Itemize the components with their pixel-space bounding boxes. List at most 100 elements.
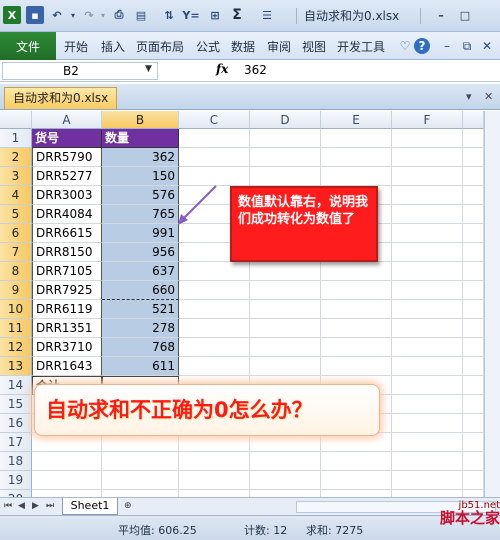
grid-cell[interactable] (392, 281, 463, 300)
grid-cell[interactable] (392, 319, 463, 338)
select-all-corner[interactable] (0, 111, 32, 129)
grid-cell[interactable] (463, 148, 484, 167)
grid-cell[interactable] (463, 300, 484, 319)
insert-sheet-icon[interactable]: ⊕ (124, 501, 132, 511)
row-header[interactable]: 2 (0, 148, 32, 167)
help-icon[interactable]: ? (414, 38, 430, 54)
row-header[interactable]: 18 (0, 452, 32, 471)
grid-cell[interactable] (179, 319, 250, 338)
grid-cell[interactable] (250, 129, 321, 148)
item-code-cell[interactable]: DRR1351 (32, 319, 102, 338)
item-code-cell[interactable]: DRR1643 (32, 357, 102, 376)
row-header[interactable]: 17 (0, 433, 32, 452)
quantity-cell[interactable]: 660 (102, 281, 179, 300)
item-code-cell[interactable]: DRR5277 (32, 167, 102, 186)
tab-formulas[interactable]: 公式 (196, 38, 220, 55)
grid-cell[interactable] (463, 376, 484, 395)
grid-cell[interactable] (392, 338, 463, 357)
quantity-cell[interactable]: 991 (102, 224, 179, 243)
tab-page-layout[interactable]: 页面布局 (136, 38, 184, 55)
grid-cell[interactable] (250, 471, 321, 490)
column-header-f[interactable]: F (392, 111, 463, 129)
grid-cell[interactable] (321, 338, 392, 357)
grid-cell[interactable] (392, 300, 463, 319)
row-header[interactable]: 7 (0, 243, 32, 262)
formula-input[interactable]: 362 (244, 63, 267, 77)
grid-cell[interactable] (392, 243, 463, 262)
tab-view[interactable]: 视图 (302, 38, 326, 55)
save-icon[interactable]: ▪ (26, 6, 44, 24)
row-header[interactable]: 1 (0, 129, 32, 148)
quantity-cell[interactable]: 150 (102, 167, 179, 186)
tab-home[interactable]: 开始 (64, 38, 88, 55)
grid-cell[interactable] (392, 452, 463, 471)
tab-file[interactable]: 文件 (0, 32, 56, 60)
grid-cell[interactable] (321, 167, 392, 186)
row-header[interactable]: 19 (0, 471, 32, 490)
grid-cell[interactable] (463, 433, 484, 452)
grid-cell[interactable] (463, 357, 484, 376)
item-code-cell[interactable] (32, 452, 102, 471)
row-header[interactable]: 3 (0, 167, 32, 186)
grid-cell[interactable] (392, 395, 463, 414)
insert-function-icon[interactable]: fx (216, 62, 228, 76)
row-header[interactable]: 10 (0, 300, 32, 319)
quantity-cell[interactable]: 637 (102, 262, 179, 281)
item-code-cell[interactable]: DRR4084 (32, 205, 102, 224)
grid-cell[interactable] (392, 471, 463, 490)
grid-cell[interactable] (463, 224, 484, 243)
grid-cell[interactable] (463, 281, 484, 300)
quantity-cell[interactable]: 611 (102, 357, 179, 376)
grid-cell[interactable] (321, 357, 392, 376)
first-sheet-icon[interactable]: ⏮ (4, 501, 12, 511)
row-header[interactable]: 6 (0, 224, 32, 243)
grid-cell[interactable] (321, 471, 392, 490)
quantity-cell[interactable]: 765 (102, 205, 179, 224)
grid-cell[interactable] (321, 452, 392, 471)
excel-logo-icon[interactable]: X (3, 6, 21, 24)
item-code-cell[interactable]: DRR6119 (32, 300, 102, 319)
header-cell-quantity[interactable]: 数量 (102, 129, 179, 148)
column-header-e[interactable]: E (321, 111, 392, 129)
item-code-cell[interactable]: DRR5790 (32, 148, 102, 167)
format-painter-icon[interactable]: ▤ (132, 6, 150, 24)
tab-list-icon[interactable]: ▾ (466, 90, 472, 103)
grid-cell[interactable] (250, 262, 321, 281)
grid-cell[interactable] (463, 243, 484, 262)
grid-cell[interactable] (250, 167, 321, 186)
grid-cell[interactable] (463, 167, 484, 186)
grid-cell[interactable] (250, 338, 321, 357)
grid-cell[interactable] (463, 129, 484, 148)
grid-cell[interactable] (392, 414, 463, 433)
grid-cell[interactable] (179, 262, 250, 281)
grid-cell[interactable] (392, 205, 463, 224)
header-cell-item[interactable]: 货号 (32, 129, 102, 148)
filter-icon[interactable]: Y= (182, 6, 200, 24)
grid-cell[interactable] (321, 262, 392, 281)
item-code-cell[interactable]: DRR3710 (32, 338, 102, 357)
grid-cell[interactable] (392, 129, 463, 148)
item-code-cell[interactable]: DRR7925 (32, 281, 102, 300)
grid-cell[interactable] (250, 300, 321, 319)
quantity-cell[interactable]: 278 (102, 319, 179, 338)
row-header[interactable]: 13 (0, 357, 32, 376)
grid-cell[interactable] (463, 338, 484, 357)
row-header[interactable]: 14 (0, 376, 32, 395)
grid-cell[interactable] (250, 452, 321, 471)
column-header-b[interactable]: B (102, 111, 179, 129)
item-code-cell[interactable]: DRR7105 (32, 262, 102, 281)
print-preview-icon[interactable]: ⎙ (110, 6, 128, 24)
grid-cell[interactable] (392, 262, 463, 281)
grid-cell[interactable] (392, 186, 463, 205)
quantity-cell[interactable]: 521 (102, 300, 179, 319)
tab-developer[interactable]: 开发工具 (337, 38, 385, 55)
sheet-tab-sheet1[interactable]: Sheet1 (62, 498, 118, 515)
column-header-a[interactable]: A (32, 111, 102, 129)
grid-cell[interactable] (392, 376, 463, 395)
align-icon[interactable]: ☰ (258, 6, 276, 24)
grid-cell[interactable] (179, 300, 250, 319)
quantity-cell[interactable]: 576 (102, 186, 179, 205)
collapse-ribbon-icon[interactable]: ♡ (396, 37, 414, 55)
grid-cell[interactable] (392, 357, 463, 376)
grid-cell[interactable] (463, 319, 484, 338)
